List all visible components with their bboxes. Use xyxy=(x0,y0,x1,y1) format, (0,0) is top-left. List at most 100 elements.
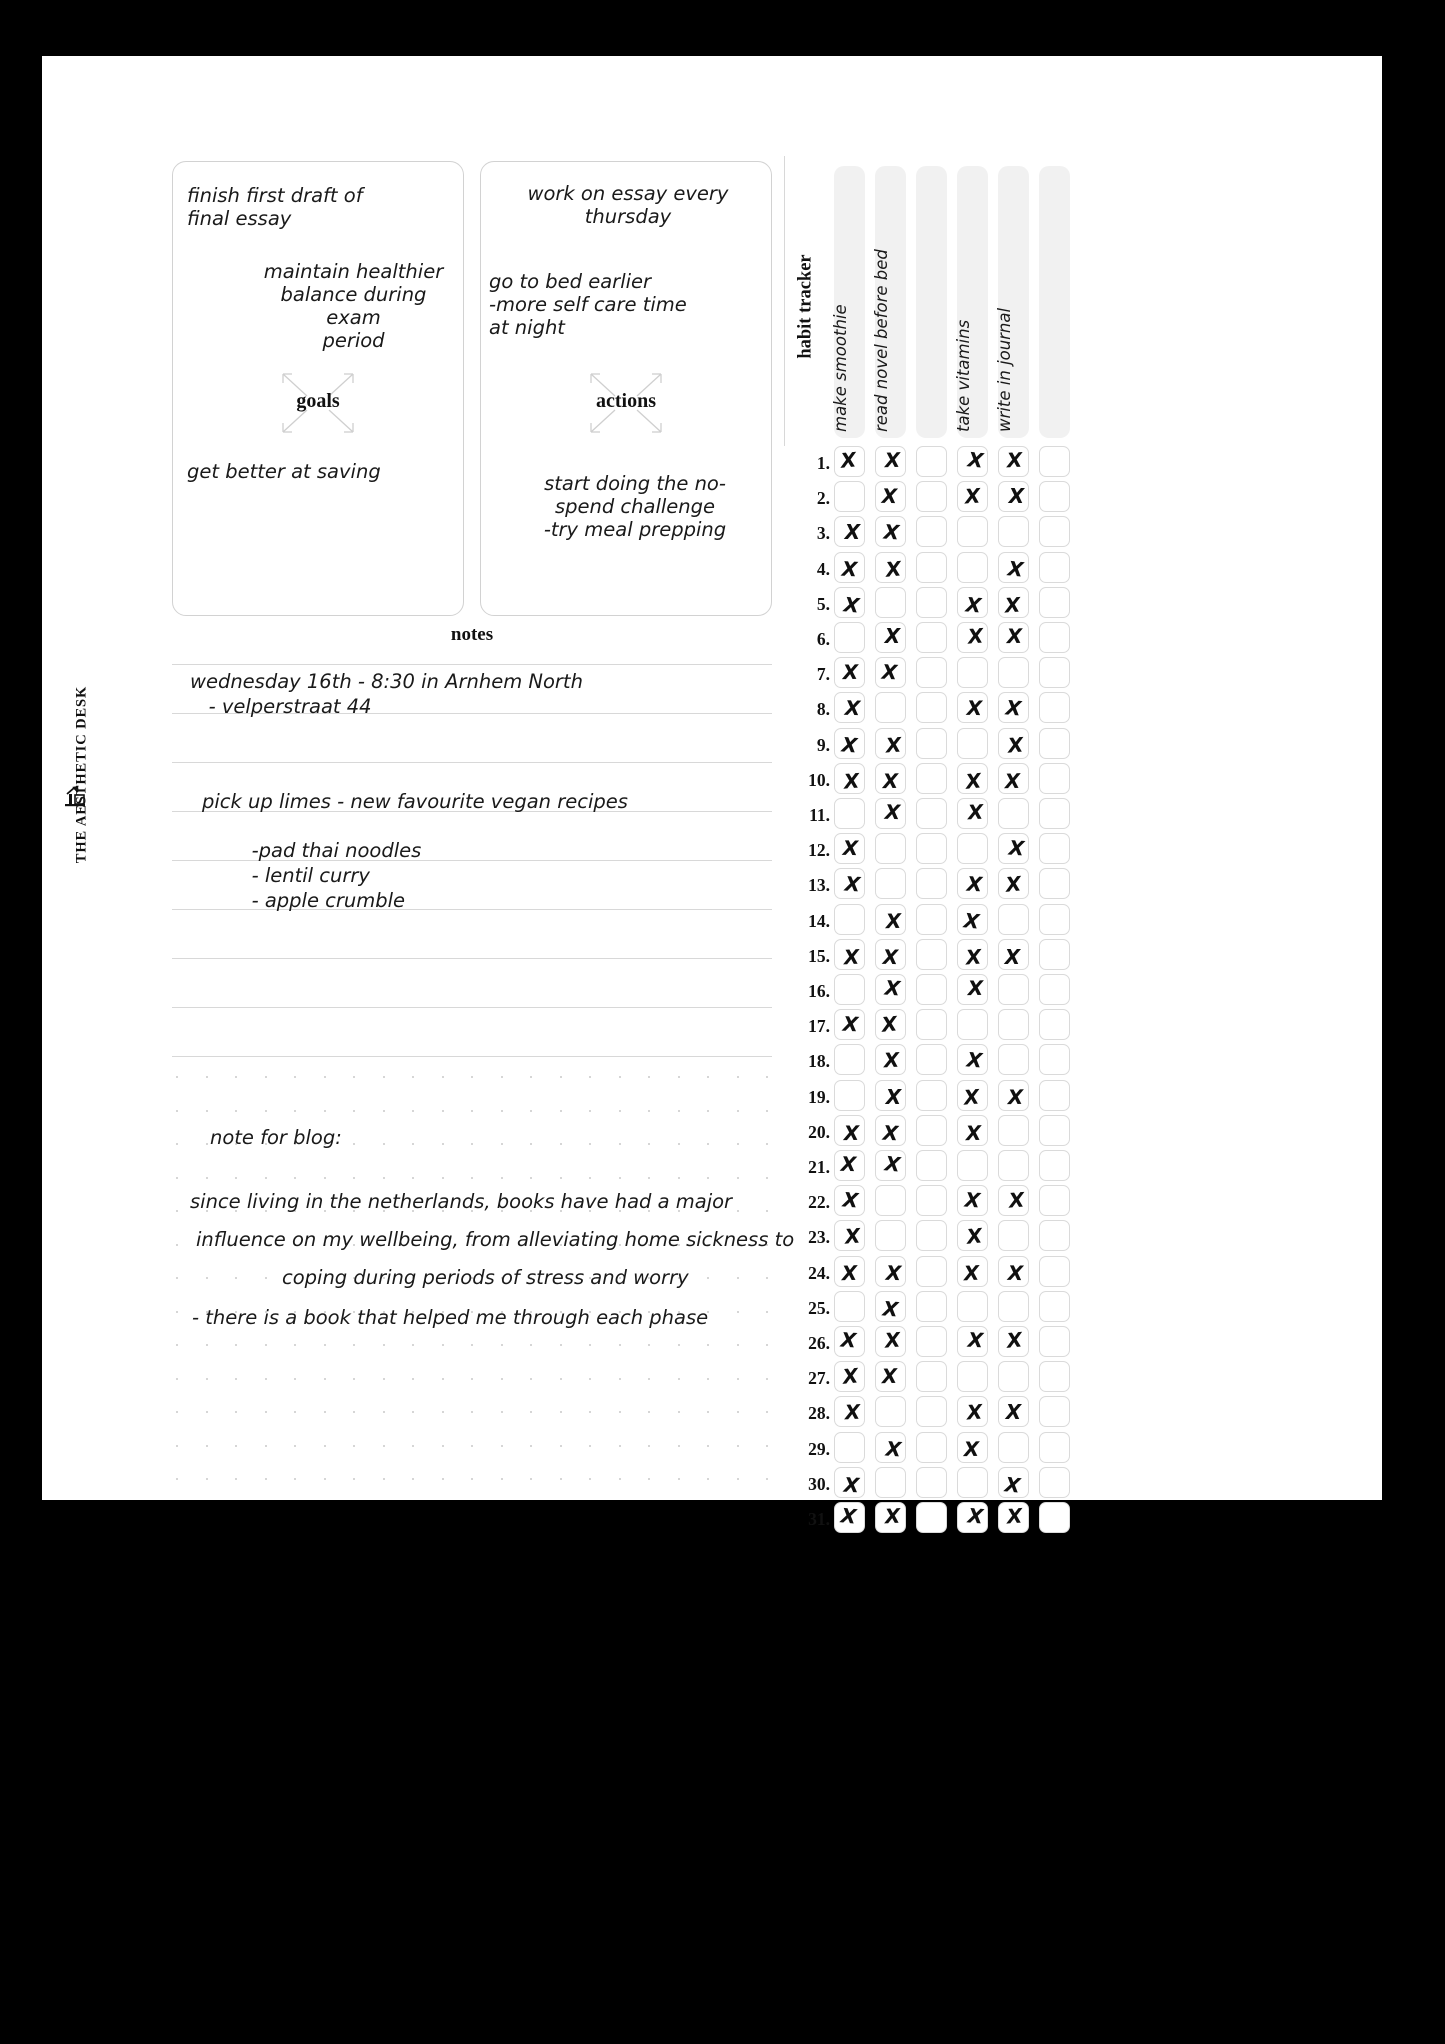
habit-checkbox[interactable] xyxy=(1039,1290,1070,1322)
habit-checkbox[interactable]: X xyxy=(875,1361,906,1393)
habit-checkbox[interactable] xyxy=(916,1185,947,1217)
habit-checkbox[interactable] xyxy=(916,1431,947,1463)
habit-checkbox[interactable] xyxy=(1039,833,1070,865)
habit-checkbox[interactable] xyxy=(957,516,988,548)
habit-checkbox[interactable]: X xyxy=(834,1185,865,1217)
habit-checkbox[interactable]: X xyxy=(998,1396,1029,1428)
habit-checkbox[interactable]: X xyxy=(957,481,988,513)
habit-checkbox[interactable] xyxy=(834,1431,865,1463)
habit-checkbox[interactable] xyxy=(916,762,947,794)
habit-checkbox[interactable] xyxy=(916,1326,947,1357)
habit-checkbox[interactable]: X xyxy=(957,1044,988,1076)
habit-checkbox[interactable] xyxy=(957,1009,988,1041)
habit-checkbox[interactable] xyxy=(957,727,988,759)
habit-checkbox[interactable] xyxy=(1039,622,1070,653)
habit-checkbox[interactable]: X xyxy=(875,516,906,548)
habit-checkbox[interactable]: X xyxy=(834,727,865,759)
habit-column-header[interactable]: make smoothie xyxy=(831,166,865,438)
habit-checkbox[interactable] xyxy=(998,1361,1029,1393)
habit-checkbox[interactable] xyxy=(916,798,947,829)
habit-checkbox[interactable] xyxy=(957,1150,988,1181)
habit-checkbox[interactable] xyxy=(998,1150,1029,1181)
habit-checkbox[interactable] xyxy=(998,1290,1029,1322)
habit-checkbox[interactable] xyxy=(875,692,906,724)
habit-checkbox[interactable] xyxy=(1039,1009,1070,1041)
habit-checkbox[interactable]: X xyxy=(998,586,1029,618)
habit-checkbox[interactable] xyxy=(998,657,1029,689)
habit-checkbox[interactable] xyxy=(998,1114,1029,1146)
habit-checkbox[interactable]: X xyxy=(875,974,906,1005)
habit-checkbox[interactable]: X xyxy=(834,833,865,865)
habit-checkbox[interactable] xyxy=(916,1255,947,1287)
habit-checkbox[interactable] xyxy=(1039,1114,1070,1146)
habit-checkbox[interactable]: X xyxy=(957,1502,988,1533)
habit-checkbox[interactable]: X xyxy=(957,622,988,653)
habit-checkbox[interactable]: X xyxy=(998,1502,1029,1533)
habit-checkbox[interactable] xyxy=(834,974,865,1005)
habit-checkbox[interactable] xyxy=(834,1044,865,1076)
habit-checkbox[interactable] xyxy=(1039,798,1070,829)
habit-checkbox[interactable] xyxy=(1039,1185,1070,1217)
habit-checkbox[interactable]: X xyxy=(834,1326,865,1357)
habit-checkbox[interactable] xyxy=(998,1044,1029,1076)
habit-checkbox[interactable] xyxy=(1039,762,1070,794)
habit-checkbox[interactable] xyxy=(998,1009,1029,1041)
habit-checkbox[interactable] xyxy=(916,1466,947,1498)
habit-checkbox[interactable] xyxy=(1039,868,1070,900)
habit-checkbox[interactable] xyxy=(916,1502,947,1533)
habit-checkbox[interactable]: X xyxy=(957,903,988,935)
habit-checkbox[interactable]: X xyxy=(957,974,988,1005)
habit-checkbox[interactable]: X xyxy=(875,1114,906,1146)
habit-checkbox[interactable]: X xyxy=(834,1255,865,1287)
habit-checkbox[interactable] xyxy=(1039,481,1070,513)
habit-checkbox[interactable] xyxy=(834,622,865,653)
habit-checkbox[interactable]: X xyxy=(957,798,988,829)
habit-checkbox[interactable]: X xyxy=(998,551,1029,583)
habit-checkbox[interactable]: X xyxy=(834,1361,865,1393)
habit-checkbox[interactable] xyxy=(1039,1361,1070,1393)
habit-checkbox[interactable]: X xyxy=(957,938,988,970)
habit-checkbox[interactable] xyxy=(1039,1220,1070,1252)
habit-checkbox[interactable] xyxy=(1039,657,1070,689)
habit-checkbox[interactable] xyxy=(1039,1502,1070,1533)
habit-checkbox[interactable]: X xyxy=(875,657,906,689)
habit-checkbox[interactable] xyxy=(916,868,947,900)
habit-checkbox[interactable]: X xyxy=(834,1150,865,1181)
habit-checkbox[interactable] xyxy=(875,1185,906,1217)
habit-checkbox[interactable]: X xyxy=(998,1466,1029,1498)
habit-checkbox[interactable]: X xyxy=(834,1396,865,1428)
habit-checkbox[interactable]: X xyxy=(957,446,988,477)
habit-checkbox[interactable] xyxy=(916,657,947,689)
habit-checkbox[interactable]: X xyxy=(998,727,1029,759)
habit-column-header[interactable]: read novel before bed xyxy=(872,166,906,438)
habit-checkbox[interactable] xyxy=(875,586,906,618)
habit-column-header[interactable]: write in journal xyxy=(995,166,1029,438)
habit-checkbox[interactable] xyxy=(916,1290,947,1322)
habit-checkbox[interactable]: X xyxy=(875,727,906,759)
habit-checkbox[interactable]: X xyxy=(957,1326,988,1357)
habit-checkbox[interactable] xyxy=(916,1009,947,1041)
habit-checkbox[interactable] xyxy=(834,1079,865,1111)
habit-checkbox[interactable]: X xyxy=(875,1150,906,1181)
habit-checkbox[interactable]: X xyxy=(834,516,865,548)
habit-checkbox[interactable]: X xyxy=(957,868,988,900)
habit-checkbox[interactable]: X xyxy=(998,446,1029,477)
habit-checkbox[interactable] xyxy=(957,1466,988,1498)
habit-checkbox[interactable]: X xyxy=(998,1255,1029,1287)
habit-checkbox[interactable] xyxy=(1039,938,1070,970)
habit-checkbox[interactable]: X xyxy=(875,446,906,477)
habit-checkbox[interactable] xyxy=(916,446,947,477)
habit-checkbox[interactable]: X xyxy=(998,692,1029,724)
habit-checkbox[interactable] xyxy=(916,551,947,583)
habit-checkbox[interactable]: X xyxy=(998,1079,1029,1111)
habit-checkbox[interactable] xyxy=(998,903,1029,935)
habit-checkbox[interactable] xyxy=(834,1290,865,1322)
habit-checkbox[interactable]: X xyxy=(957,1114,988,1146)
habit-checkbox[interactable] xyxy=(1039,1079,1070,1111)
habit-checkbox[interactable]: X xyxy=(834,1502,865,1533)
habit-checkbox[interactable]: X xyxy=(998,1326,1029,1357)
habit-checkbox[interactable]: X xyxy=(875,798,906,829)
habit-checkbox[interactable] xyxy=(1039,974,1070,1005)
habit-checkbox[interactable] xyxy=(1039,516,1070,548)
habit-checkbox[interactable]: X xyxy=(834,1009,865,1041)
